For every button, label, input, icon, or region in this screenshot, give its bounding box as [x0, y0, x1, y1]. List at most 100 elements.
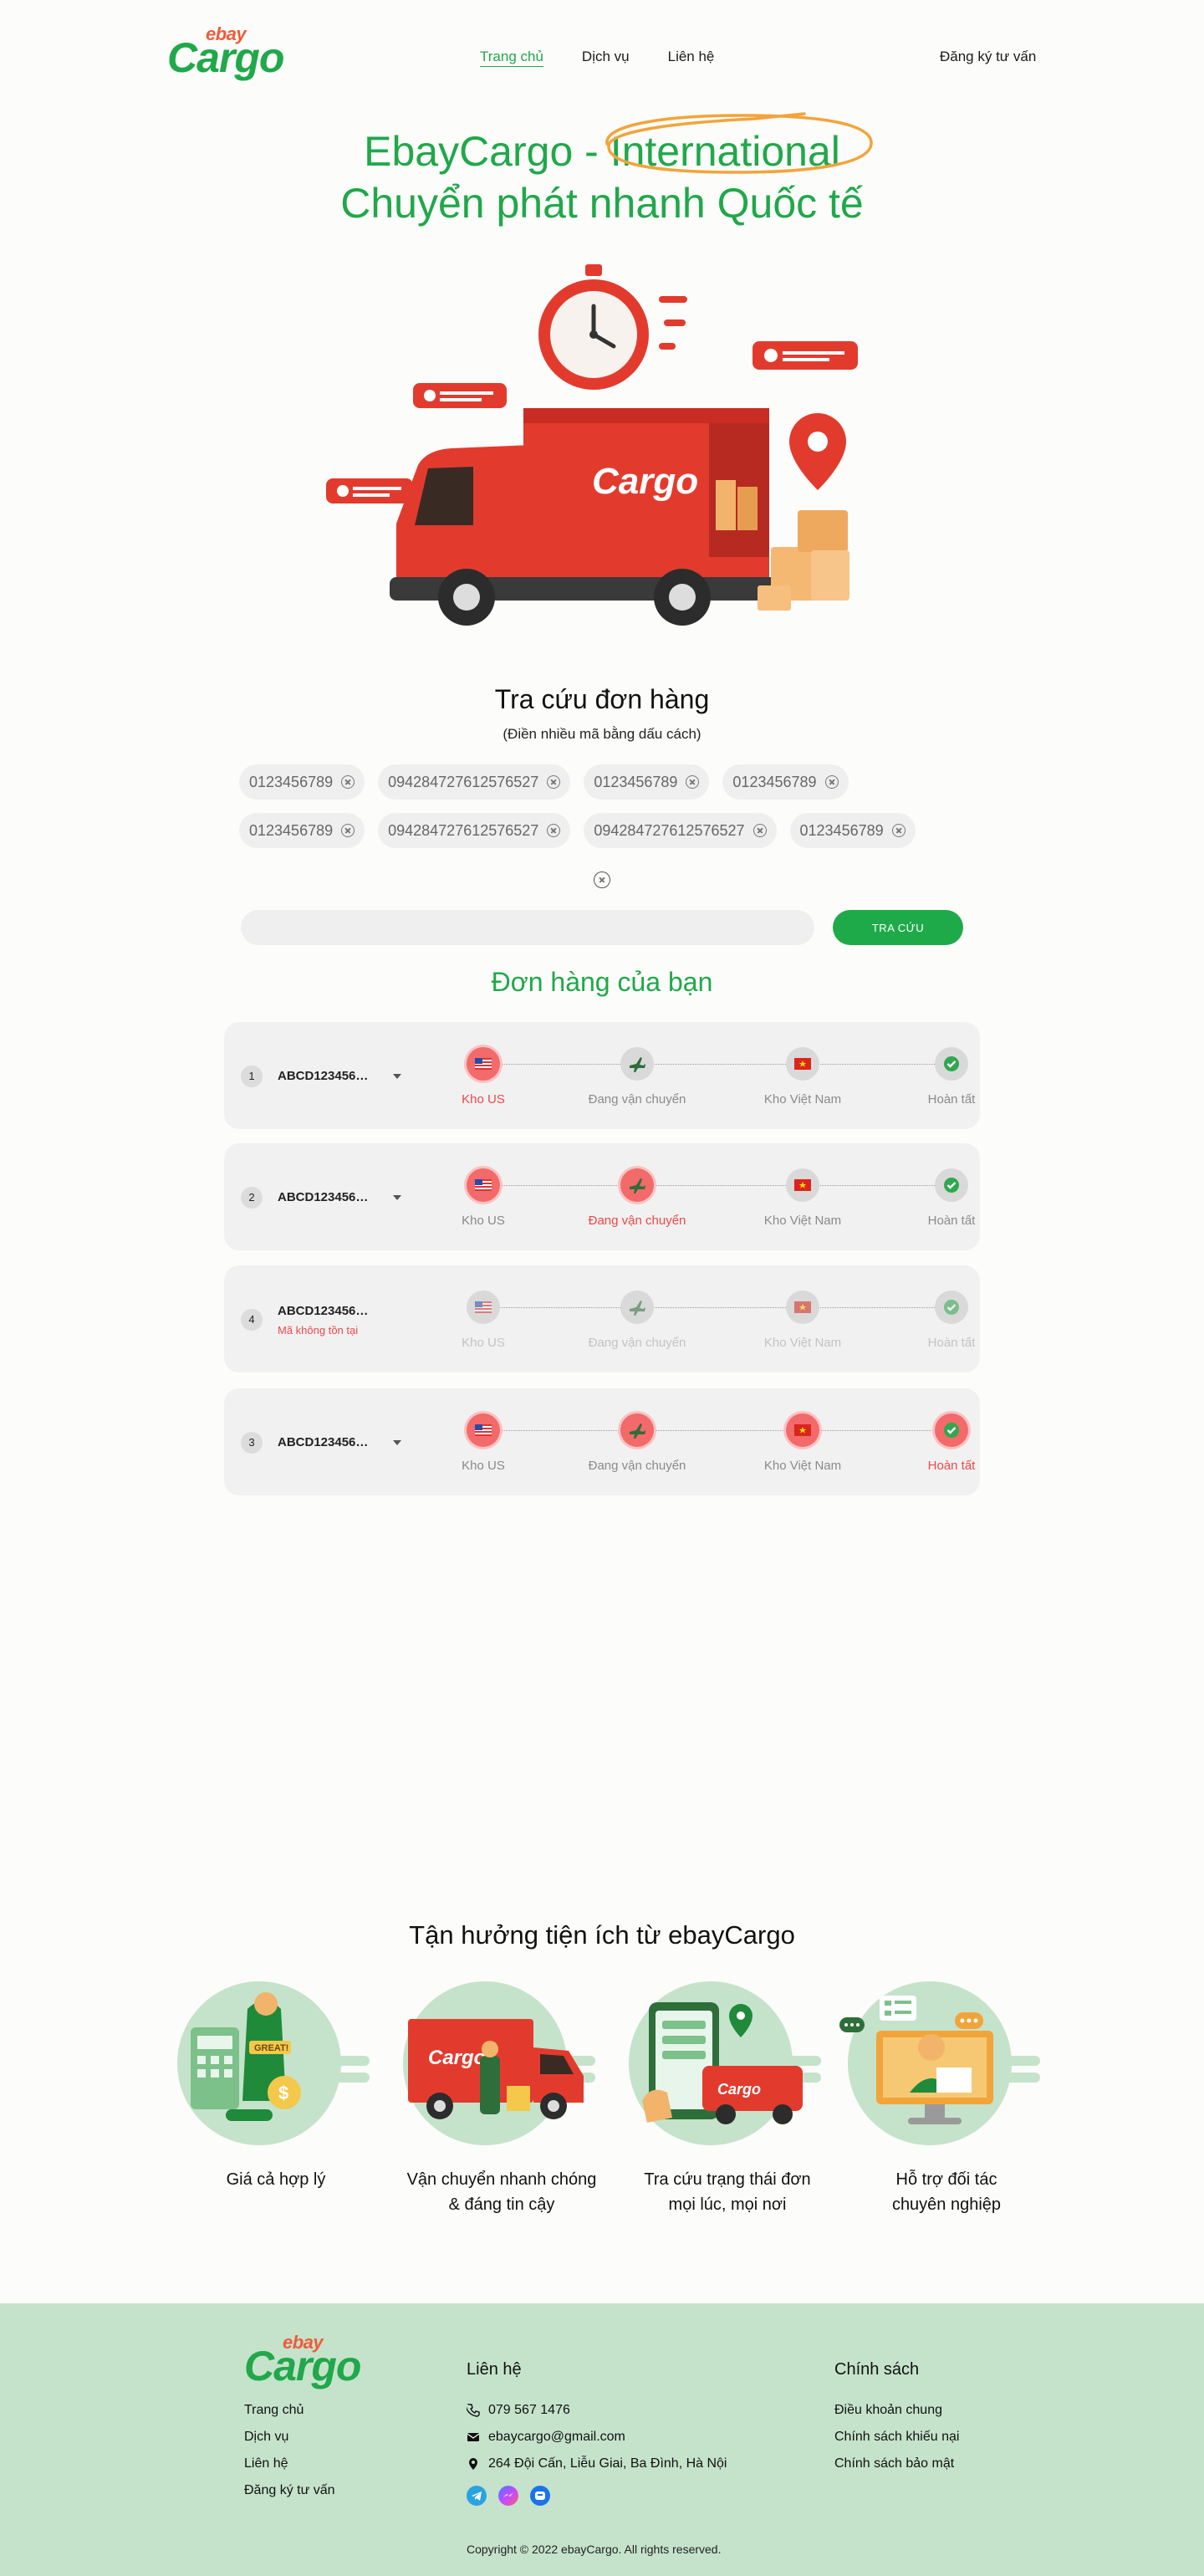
- policy-link-terms[interactable]: Điều khoản chung: [834, 2397, 959, 2424]
- benefit-caption: Vận chuyển nhanh chóng & đáng tin cậy: [393, 2167, 610, 2217]
- chevron-down-icon[interactable]: [393, 1195, 401, 1200]
- step-us-warehouse: Kho US: [416, 1413, 550, 1473]
- chip-text: 094284727612576527: [594, 821, 745, 839]
- step-indicator: [467, 1168, 500, 1202]
- remove-chip-icon[interactable]: [341, 775, 355, 789]
- step-in-transit: Đang vận chuyển: [570, 1168, 704, 1228]
- nav-item-services[interactable]: Dịch vụ: [582, 49, 630, 65]
- remove-chip-icon[interactable]: [547, 775, 561, 789]
- footer: ebay Cargo Trang chủ Dịch vụ Liên hệ Đăn…: [0, 2303, 1204, 2576]
- remove-chip-icon[interactable]: [341, 824, 355, 837]
- order-card[interactable]: 3 ABCD12345678 Kho US Đang vận chuyển Kho Vi…: [224, 1388, 980, 1495]
- nav-item-contact[interactable]: Liên hệ: [668, 49, 715, 65]
- order-card[interactable]: 4 ABCD12345678 Mã không tồn tại Kho US Đang …: [224, 1265, 980, 1372]
- orders-title: Đơn hàng của bạn: [491, 967, 713, 997]
- support-illustration: [839, 1981, 1040, 2145]
- footer-contact: 079 567 1476 ebaycargo@gmail.com 264 Đội…: [467, 2397, 727, 2477]
- step-indicator: [786, 1168, 819, 1202]
- tracking-code-input[interactable]: [241, 910, 814, 945]
- step-indicator: [467, 1291, 500, 1324]
- step-completed: Hoàn tất: [885, 1413, 1018, 1473]
- step-indicator: [935, 1413, 968, 1447]
- code-chip: 094284727612576527: [378, 764, 571, 800]
- order-tracking-steps: Kho US Đang vận chuyển Kho Việt Nam Hoàn tấ…: [450, 1410, 975, 1477]
- remove-chip-icon[interactable]: [752, 824, 767, 837]
- footer-logo[interactable]: ebay Cargo: [244, 2328, 371, 2389]
- hero-title-line2: Chuyển phát nhanh Quốc tế: [340, 180, 864, 227]
- social-links: [467, 2486, 550, 2506]
- header: ebay Cargo Trang chủ Dịch vụ Liên hệ Đăn…: [0, 0, 1204, 109]
- telegram-icon[interactable]: [467, 2486, 487, 2506]
- step-label: Kho US: [462, 1214, 505, 1228]
- step-label: Đang vận chuyển: [588, 1336, 686, 1350]
- tracking-line: [482, 1185, 940, 1186]
- consult-register-link[interactable]: Đăng ký tư vấn: [940, 49, 1036, 65]
- logo-cargo-text: Cargo: [244, 2343, 361, 2389]
- logo[interactable]: ebay Cargo: [167, 20, 294, 81]
- zalo-icon[interactable]: [530, 2486, 550, 2506]
- step-us-warehouse: Kho US: [416, 1291, 550, 1350]
- order-number: 2: [241, 1187, 263, 1209]
- footer-phone[interactable]: 079 567 1476: [488, 2397, 570, 2424]
- order-code: ABCD12345678: [278, 1190, 370, 1204]
- remove-chip-icon[interactable]: [686, 775, 700, 789]
- step-us-warehouse: Kho US: [416, 1168, 550, 1228]
- chip-text: 094284727612576527: [388, 773, 539, 790]
- mail-icon: [467, 2433, 480, 2441]
- svg-text:Cargo: Cargo: [592, 461, 698, 502]
- order-tracking-steps: Kho US Đang vận chuyển Kho Việt Nam Hoàn tấ…: [450, 1287, 975, 1354]
- order-error: Mã không tồn tại: [278, 1324, 359, 1337]
- policy-link-complaints[interactable]: Chính sách khiếu nại: [834, 2424, 959, 2451]
- lookup-title: Tra cứu đơn hàng: [494, 684, 710, 714]
- chip-text: 0123456789: [249, 773, 334, 790]
- footer-email[interactable]: ebaycargo@gmail.com: [488, 2424, 625, 2451]
- footer-address: 264 Đội Cấn, Liễu Giai, Ba Đình, Hà Nội: [488, 2456, 727, 2471]
- footer-link-consult[interactable]: Đăng ký tư vấn: [244, 2477, 335, 2504]
- messenger-icon[interactable]: [498, 2486, 518, 2506]
- footer-link-home[interactable]: Trang chủ: [244, 2397, 335, 2424]
- step-label: Kho Việt Nam: [763, 1214, 842, 1228]
- nav-item-home[interactable]: Trang chủ: [480, 49, 543, 65]
- step-label: Đang vận chuyển: [588, 1214, 686, 1228]
- chip-text: 0123456789: [732, 773, 817, 790]
- code-chip: 0123456789: [239, 764, 365, 800]
- order-number: 3: [241, 1432, 263, 1454]
- footer-link-contact[interactable]: Liên hệ: [244, 2451, 335, 2477]
- remove-chip-icon[interactable]: [547, 824, 561, 837]
- step-us-warehouse: Kho US: [416, 1047, 550, 1107]
- chevron-down-icon[interactable]: [393, 1074, 401, 1079]
- copyright-text: Copyright © 2022 ebayCargo. All rights r…: [467, 2543, 722, 2556]
- step-completed: Hoàn tất: [885, 1291, 1018, 1350]
- order-tracking-steps: Kho US Đang vận chuyển Kho Việt Nam Hoàn tấ…: [450, 1165, 975, 1232]
- step-label: Kho US: [462, 1092, 505, 1107]
- step-label: Hoàn tất: [927, 1092, 976, 1107]
- remove-chip-icon[interactable]: [891, 824, 906, 837]
- clear-all-icon[interactable]: [594, 871, 610, 888]
- benefit-caption-line: chuyên nghiệp: [891, 2195, 1002, 2214]
- benefit-caption: Giá cả hợp lý: [167, 2167, 385, 2192]
- step-indicator: [935, 1047, 968, 1081]
- footer-link-services[interactable]: Dịch vụ: [244, 2424, 335, 2451]
- step-label: Kho US: [462, 1459, 505, 1473]
- step-vn-warehouse: Kho Việt Nam: [736, 1168, 870, 1228]
- svg-text:GREAT!: GREAT!: [254, 2043, 288, 2053]
- step-indicator: [786, 1291, 819, 1324]
- policy-link-privacy[interactable]: Chính sách bảo mật: [834, 2451, 959, 2477]
- lookup-button[interactable]: TRA CỨU: [833, 910, 963, 945]
- order-tracking-steps: Kho US Đang vận chuyển Kho Việt Nam Hoàn tấ…: [450, 1044, 975, 1111]
- order-number: 1: [241, 1066, 263, 1087]
- order-code: ABCD12345678: [278, 1069, 370, 1083]
- footer-contact-title: Liên hệ: [467, 2360, 522, 2379]
- order-card[interactable]: 2 ABCD12345678 Kho US Đang vận chuyển Kho Vi…: [224, 1143, 980, 1250]
- chevron-down-icon[interactable]: [393, 1440, 401, 1445]
- benefit-card-support: Hỗ trợ đối tác chuyên nghiệp: [838, 1975, 1055, 2217]
- order-card[interactable]: 1 ABCD12345678 Kho US Đang vận chuyển Kho Vi…: [224, 1022, 980, 1129]
- svg-text:Cargo: Cargo: [428, 2047, 486, 2069]
- step-label: Hoàn tất: [927, 1459, 976, 1473]
- benefit-card-tracking: Cargo Tra cứu trạng thái đơn mọi lúc, mọi…: [619, 1975, 836, 2217]
- price-illustration: GREAT! $: [177, 1981, 370, 2145]
- footer-policy-title: Chính sách: [834, 2360, 920, 2379]
- remove-chip-icon[interactable]: [824, 775, 839, 789]
- step-indicator: [467, 1047, 500, 1081]
- chip-text: 094284727612576527: [388, 821, 539, 839]
